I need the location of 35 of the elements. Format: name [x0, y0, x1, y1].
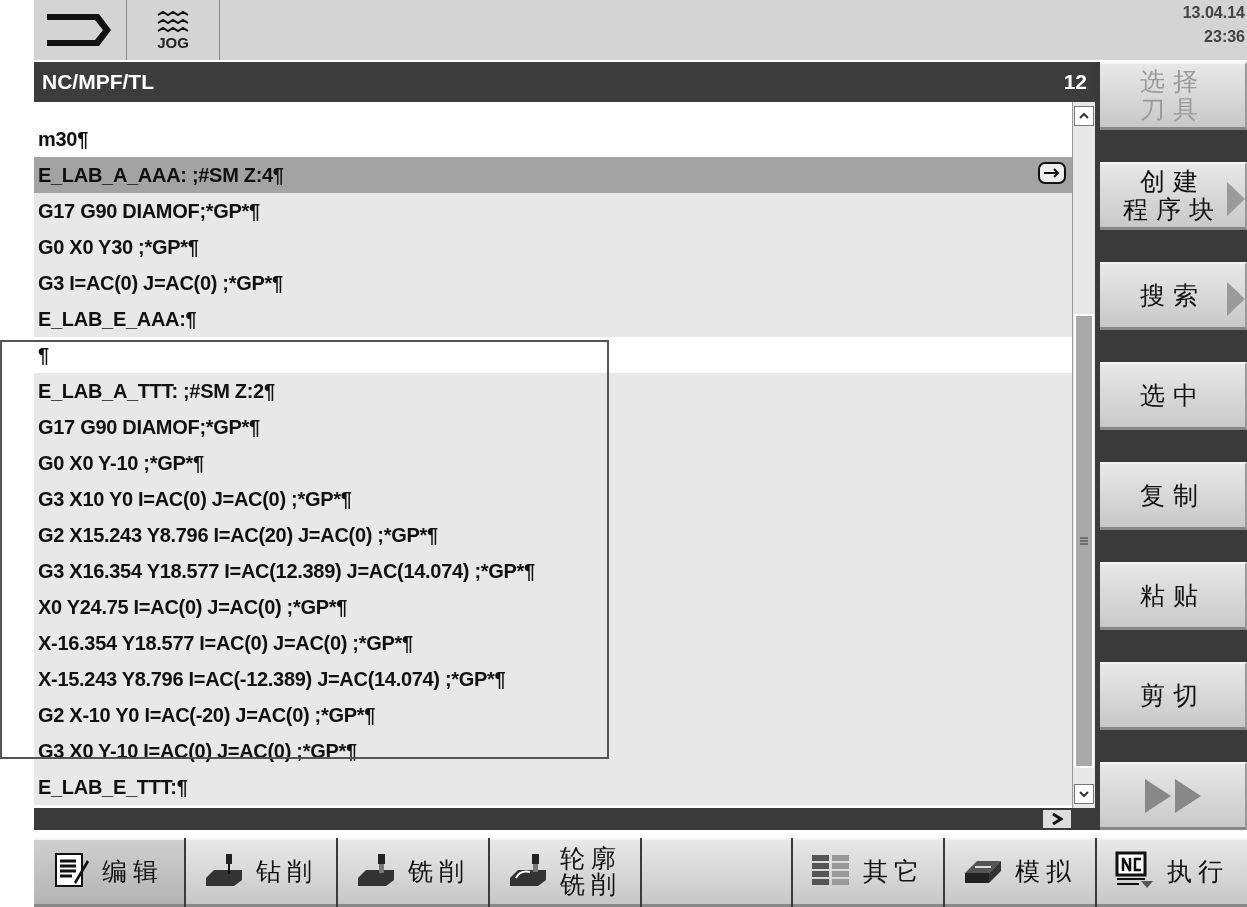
jog-mode-button[interactable]: JOG: [127, 0, 220, 60]
contour-milling-icon: [507, 851, 548, 888]
vertical-scrollbar[interactable]: [1072, 102, 1095, 808]
softkey[interactable]: 复制: [1100, 462, 1247, 530]
softkey[interactable]: 轮廓 铣削: [489, 838, 640, 907]
softkey[interactable]: 其它: [793, 838, 944, 907]
nc-program-icon: [1115, 850, 1156, 889]
scroll-up-icon[interactable]: [1074, 106, 1094, 126]
softkey[interactable]: 钻削: [185, 838, 336, 907]
softkey[interactable]: 剪切: [1100, 662, 1247, 730]
softkey[interactable]: 铣削: [337, 838, 488, 907]
softkey[interactable]: 模拟: [945, 838, 1096, 907]
softkey[interactable]: 执行: [1097, 838, 1247, 907]
wave-icon: [156, 9, 190, 34]
softkey[interactable]: [641, 838, 792, 907]
softkey[interactable]: 粘贴: [1100, 562, 1247, 630]
notepad-icon: [53, 851, 90, 888]
softkey[interactable]: 编辑: [34, 838, 184, 907]
more-softkey[interactable]: [1100, 762, 1247, 830]
scroll-thumb[interactable]: [1074, 314, 1094, 768]
line-count: 12: [1063, 70, 1087, 94]
code-text: E_LAB_A_AAA: ;#SM Z:4¶: [38, 163, 284, 187]
grid-icon: [811, 853, 852, 886]
softkey[interactable]: 选中: [1100, 362, 1247, 430]
softkey[interactable]: 创建 程序块: [1100, 162, 1247, 230]
date-label: 13.04.14: [1182, 4, 1245, 22]
mode-label: JOG: [157, 33, 189, 51]
softkey[interactable]: 搜索: [1100, 262, 1247, 330]
time-label: 23:36: [1204, 28, 1245, 46]
program-path: NC/MPF/TL: [42, 70, 154, 94]
milling-icon: [355, 851, 396, 888]
chevron-right-icon: [1051, 813, 1063, 825]
scroll-down-icon[interactable]: [1074, 784, 1094, 804]
scroll-right-button[interactable]: [1043, 810, 1071, 828]
drill-icon: [203, 851, 244, 888]
